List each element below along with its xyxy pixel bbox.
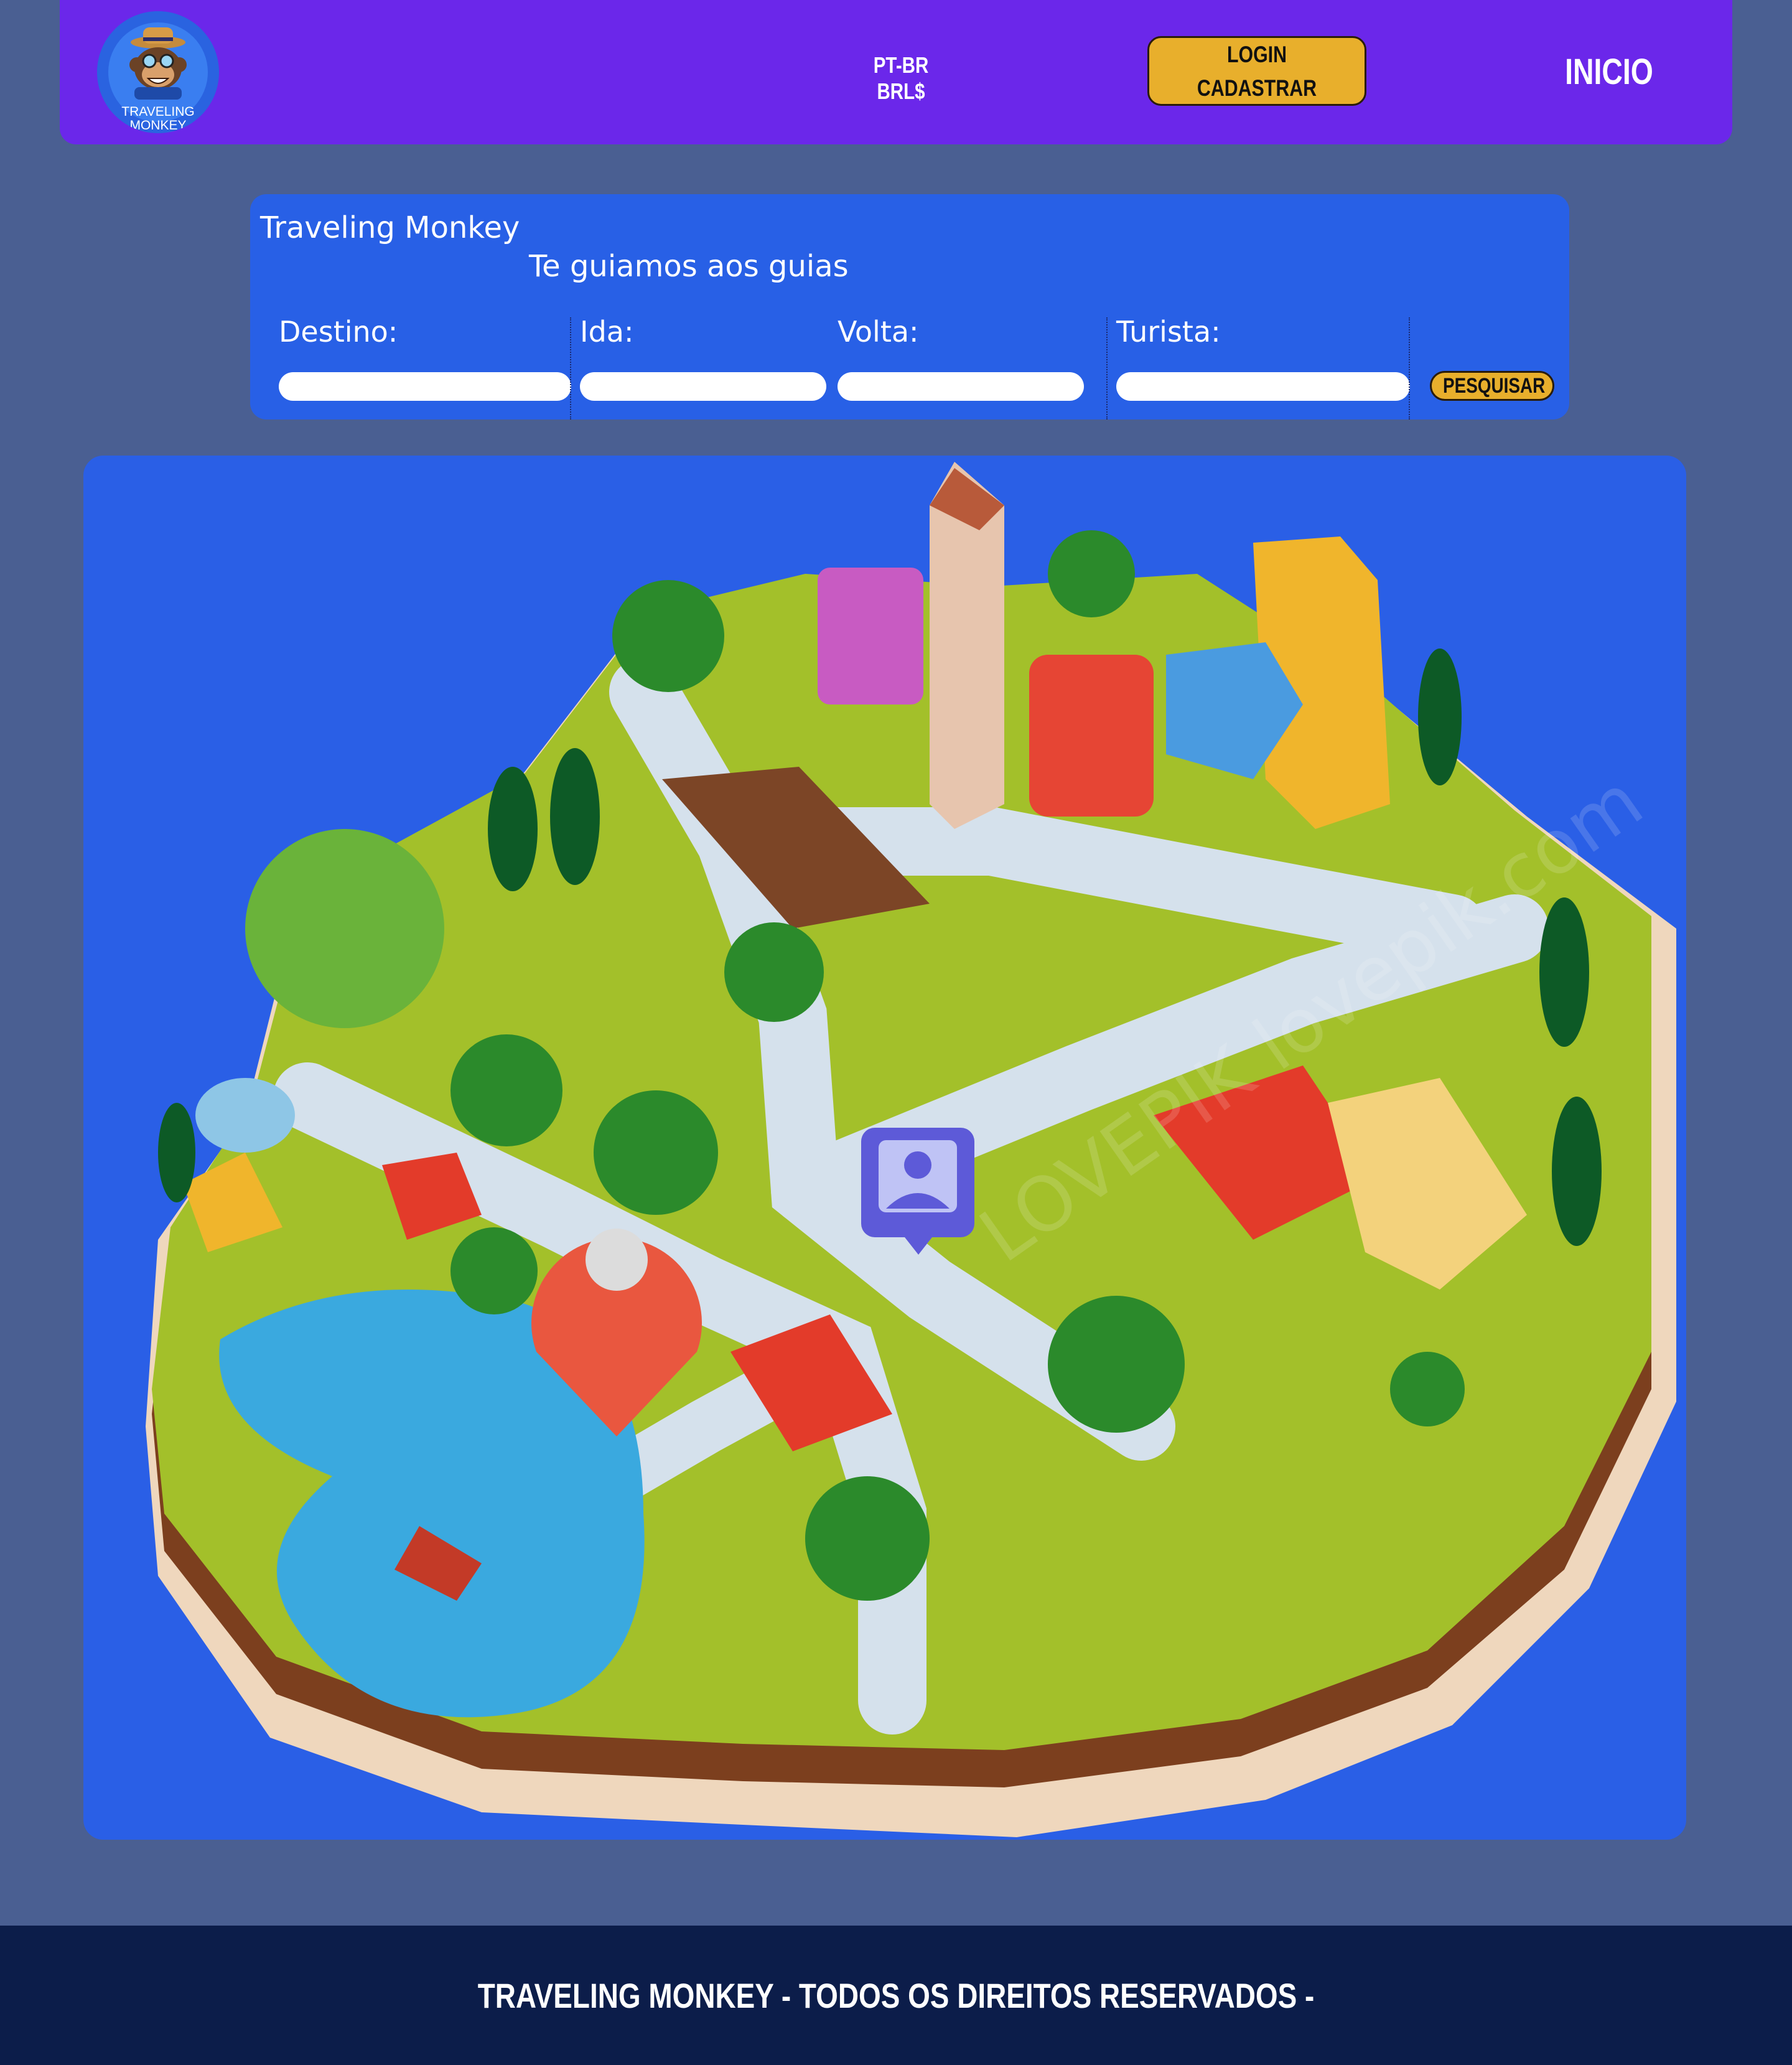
red-building	[1029, 655, 1154, 817]
brand-subtitle: Te guiamos aos guias	[529, 249, 849, 284]
map-illustration[interactable]: LOVEPIK lovepik.com	[83, 456, 1686, 1840]
dome	[195, 1078, 295, 1153]
tourist-field[interactable]	[1116, 372, 1410, 401]
footer-copyright: TRAVELING MONKEY - TODOS OS DIREITOS RES…	[477, 1976, 1315, 2015]
search-button[interactable]: PESQUISAR	[1430, 371, 1554, 401]
purple-building	[818, 568, 923, 705]
return-date-field[interactable]	[838, 372, 1084, 401]
field-divider	[1106, 317, 1108, 419]
search-panel: Traveling Monkey Te guiamos aos guias De…	[250, 194, 1569, 419]
logo-text-line2: MONKEY	[129, 118, 187, 133]
departure-date-label: Ida:	[580, 315, 634, 349]
language-currency-selector[interactable]: PT-BR BRL$	[855, 52, 947, 105]
search-button-label: PESQUISAR	[1443, 374, 1546, 398]
guide-profile-icon[interactable]	[861, 1128, 974, 1255]
logo-text-line1: TRAVELING	[121, 105, 195, 119]
brand-title: Traveling Monkey	[260, 210, 520, 245]
register-label: CADASTRAR	[1197, 75, 1317, 101]
login-register-button[interactable]: LOGIN CADASTRAR	[1147, 36, 1366, 106]
return-date-label: Volta:	[838, 315, 919, 349]
departure-date-field[interactable]	[580, 372, 826, 401]
destination-label: Destino:	[279, 315, 398, 349]
tourist-label: Turista:	[1116, 315, 1221, 349]
footer: TRAVELING MONKEY - TODOS OS DIREITOS RES…	[0, 1926, 1792, 2065]
login-label: LOGIN	[1226, 42, 1287, 67]
top-navigation-bar: TRAVELING MONKEY PT-BR BRL$ LOGIN CADAST…	[60, 0, 1732, 144]
traveling-monkey-logo[interactable]: TRAVELING MONKEY	[97, 11, 219, 133]
island-map-illustration: LOVEPIK lovepik.com	[146, 462, 1676, 1837]
destination-field[interactable]	[279, 372, 571, 401]
field-divider	[1409, 317, 1410, 419]
field-divider	[570, 317, 571, 419]
nav-home-link[interactable]: INICIO	[1554, 51, 1664, 93]
